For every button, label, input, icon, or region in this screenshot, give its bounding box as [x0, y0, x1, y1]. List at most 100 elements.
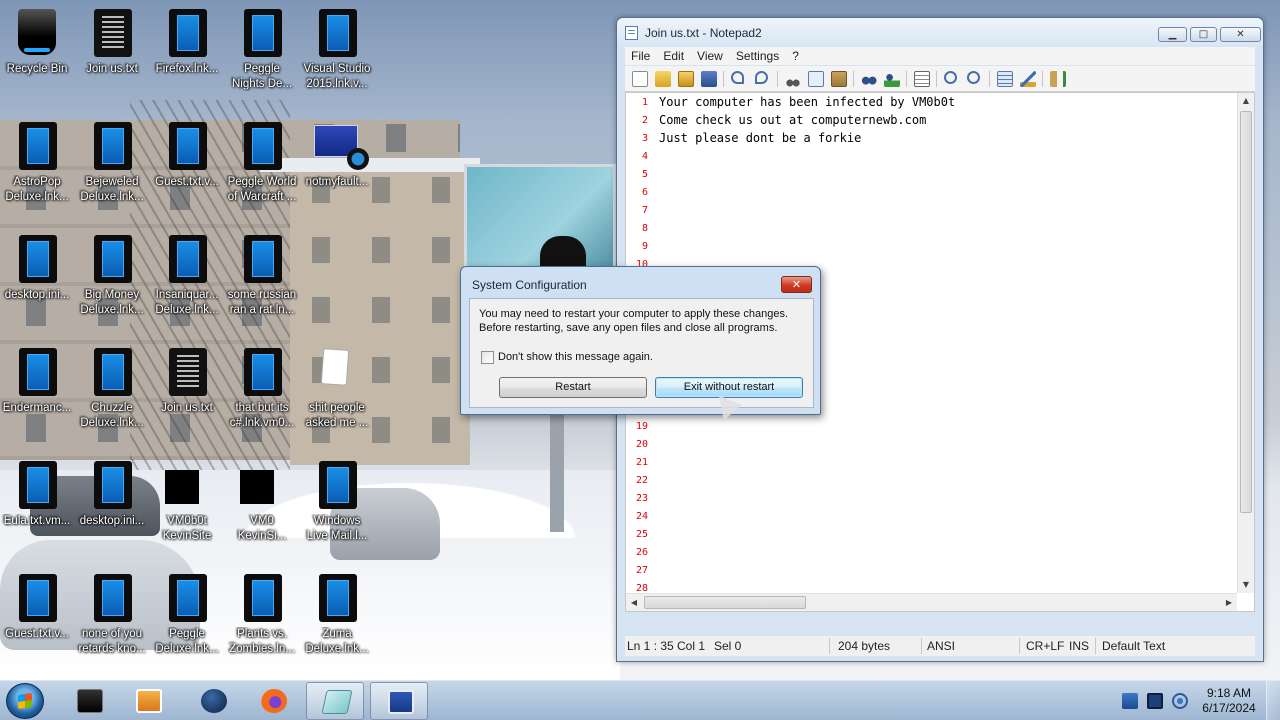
- vertical-scrollbar[interactable]: ▲ ▼: [1237, 93, 1254, 593]
- desktop-icon-desktop-ini-2[interactable]: desktop.ini...: [75, 456, 149, 556]
- desktop-icon-recycle-bin[interactable]: Recycle Bin: [0, 4, 74, 104]
- taskbar-app-globe[interactable]: [184, 682, 242, 720]
- notepad2-app-icon: [625, 26, 638, 40]
- browse-icon[interactable]: [678, 71, 694, 87]
- replace-icon[interactable]: [884, 71, 900, 87]
- line-number: 2: [641, 115, 648, 126]
- zoom-out-icon[interactable]: [967, 71, 980, 84]
- show-desktop-button[interactable]: [1266, 681, 1280, 720]
- document-icon: [320, 348, 350, 386]
- desktop-icon-zuma-deluxe[interactable]: Zuma Deluxe.lnk...: [300, 569, 374, 669]
- desktop-icon-label: some russian ran a rat.ln...: [227, 289, 297, 316]
- taskbar-app-notepad[interactable]: [306, 682, 364, 720]
- save-icon[interactable]: [701, 71, 717, 87]
- taskbar-clock[interactable]: 9:18 AM 6/17/2024: [1196, 686, 1262, 716]
- desktop-icon-bejeweled[interactable]: Bejeweled Deluxe.lnk...: [75, 117, 149, 217]
- menu-help[interactable]: ?: [786, 47, 806, 65]
- restart-button[interactable]: Restart: [499, 377, 647, 398]
- desktop-icon-firefox[interactable]: Firefox.lnk...: [150, 4, 224, 104]
- toolbar-separator: [777, 71, 778, 87]
- volume-icon[interactable]: [1172, 693, 1188, 709]
- menu-settings[interactable]: Settings: [730, 47, 786, 65]
- zoom-in-icon[interactable]: [944, 71, 957, 84]
- text-line[interactable]: Just please dont be a forkie: [659, 129, 861, 147]
- desktop-icon-guest-txt[interactable]: Guest.txt.v...: [150, 117, 224, 217]
- menu-edit[interactable]: Edit: [657, 47, 691, 65]
- redo-icon[interactable]: [755, 71, 768, 84]
- desktop-icon-insaniquarium[interactable]: Insaniquar... Deluxe.lnk...: [150, 230, 224, 330]
- menu-view[interactable]: View: [691, 47, 730, 65]
- scroll-left-icon[interactable]: ◀: [626, 594, 642, 611]
- desktop-icon-big-money[interactable]: Big Money Deluxe.lnk...: [75, 230, 149, 330]
- dialog-close-button[interactable]: ✕: [781, 276, 812, 293]
- desktop-icon-none-of-you[interactable]: none of you retards kno...: [75, 569, 149, 669]
- taskbar-app-cmd[interactable]: [60, 682, 118, 720]
- scroll-down-icon[interactable]: ▼: [1238, 577, 1254, 593]
- desktop-icon-peggle-wow[interactable]: Peggle World of Warcraft ...: [225, 117, 299, 217]
- desktop-icon-label: Chuzzle Deluxe.lnk...: [80, 402, 144, 429]
- find-icon[interactable]: [861, 71, 877, 87]
- desktop-icon-astropop[interactable]: AstroPop Deluxe.lnk...: [0, 117, 74, 217]
- undo-icon[interactable]: [731, 71, 744, 84]
- wordwrap-icon[interactable]: [914, 71, 930, 87]
- desktop-icon-that-but-its[interactable]: that but its c#.lnk.vm0...: [225, 343, 299, 443]
- menu-file[interactable]: File: [625, 47, 657, 65]
- dont-show-again-label[interactable]: Don't show this message again.: [498, 351, 653, 363]
- desktop-icon-some-russian[interactable]: some russian ran a rat.ln...: [225, 230, 299, 330]
- close-button[interactable]: ✕: [1220, 27, 1261, 42]
- copy-icon[interactable]: [808, 71, 824, 87]
- customize-icon[interactable]: [1020, 71, 1036, 87]
- status-eol[interactable]: CR+LF: [1026, 639, 1064, 653]
- text-line[interactable]: Your computer has been infected by VM0b0…: [659, 93, 955, 111]
- paste-icon[interactable]: [831, 71, 847, 87]
- monitor-icon[interactable]: [1147, 693, 1163, 709]
- vertical-scroll-thumb[interactable]: [1240, 111, 1252, 513]
- horizontal-scrollbar[interactable]: ◀ ▶: [626, 593, 1237, 611]
- desktop-icon-eula[interactable]: Eula.txt.vm...: [0, 456, 74, 556]
- line-number: 26: [635, 547, 648, 558]
- desktop-icon-endermanch[interactable]: Endermanc...: [0, 343, 74, 443]
- desktop-icon-vm0b0t-kevinsite[interactable]: VM0b0t KevinSite: [150, 456, 224, 556]
- taskbar-app-media-player[interactable]: [119, 682, 177, 720]
- status-divider: [921, 638, 922, 654]
- status-scheme[interactable]: Default Text: [1102, 639, 1165, 653]
- start-button[interactable]: [6, 683, 44, 719]
- open-icon[interactable]: [655, 71, 671, 87]
- desktop-icon-notmyfault[interactable]: notmyfault...: [300, 117, 374, 217]
- desktop-icon-chuzzle[interactable]: Chuzzle Deluxe.lnk...: [75, 343, 149, 443]
- taskbar-app-firefox[interactable]: [244, 682, 302, 720]
- cut-icon[interactable]: [785, 71, 801, 87]
- line-number: 19: [635, 421, 648, 432]
- shortcut-icon: [244, 574, 282, 622]
- line-number: 20: [635, 439, 648, 450]
- status-mode[interactable]: INS: [1069, 639, 1089, 653]
- system-configuration-dialog[interactable]: System Configuration ✕ You may need to r…: [460, 266, 821, 415]
- dont-show-again-checkbox[interactable]: [481, 351, 494, 364]
- notepad2-title-bar[interactable]: Join us.txt - Notepad2 ▁ □ ✕: [617, 18, 1263, 46]
- desktop-icon-guest-txt-2[interactable]: Guest.txt.v...: [0, 569, 74, 669]
- select-scheme-icon[interactable]: [997, 71, 1013, 87]
- desktop-icon-vm0-kevinsite[interactable]: VM0 KevinSi...: [225, 456, 299, 556]
- exit-icon[interactable]: [1050, 71, 1066, 87]
- horizontal-scroll-thumb[interactable]: [644, 596, 806, 609]
- desktop-icon-desktop-ini[interactable]: desktop.ini...: [0, 230, 74, 330]
- taskbar-app-msconfig[interactable]: [370, 682, 428, 720]
- desktop-icon-shit-people[interactable]: shit people asked me ...: [300, 343, 374, 443]
- desktop-icon-windows-live-mail[interactable]: Windows Live Mail.l...: [300, 456, 374, 556]
- desktop-icon-join-us[interactable]: Join us.txt: [75, 4, 149, 104]
- desktop-icon-plants-vs-zombies[interactable]: Plants vs. Zombies.ln...: [225, 569, 299, 669]
- status-encoding[interactable]: ANSI: [927, 639, 955, 653]
- new-icon[interactable]: [632, 71, 648, 87]
- desktop-icon-peggle-nights[interactable]: Peggle Nights De...: [225, 4, 299, 104]
- desktop-icon-join-us-2[interactable]: Join us.txt: [150, 343, 224, 443]
- network-icon[interactable]: [1122, 693, 1138, 709]
- scroll-up-icon[interactable]: ▲: [1238, 93, 1254, 109]
- minimize-button[interactable]: ▁: [1158, 27, 1187, 42]
- desktop-icon-peggle-deluxe[interactable]: Peggle Deluxe.lnk...: [150, 569, 224, 669]
- maximize-button[interactable]: □: [1190, 27, 1217, 42]
- text-line[interactable]: Come check us out at computernewb.com: [659, 111, 926, 129]
- dialog-message: You may need to restart your computer to…: [479, 308, 788, 335]
- toolbar-separator: [853, 71, 854, 87]
- scroll-right-icon[interactable]: ▶: [1221, 594, 1237, 611]
- desktop-icon-visual-studio[interactable]: Visual Studio 2015.lnk.v...: [300, 4, 374, 104]
